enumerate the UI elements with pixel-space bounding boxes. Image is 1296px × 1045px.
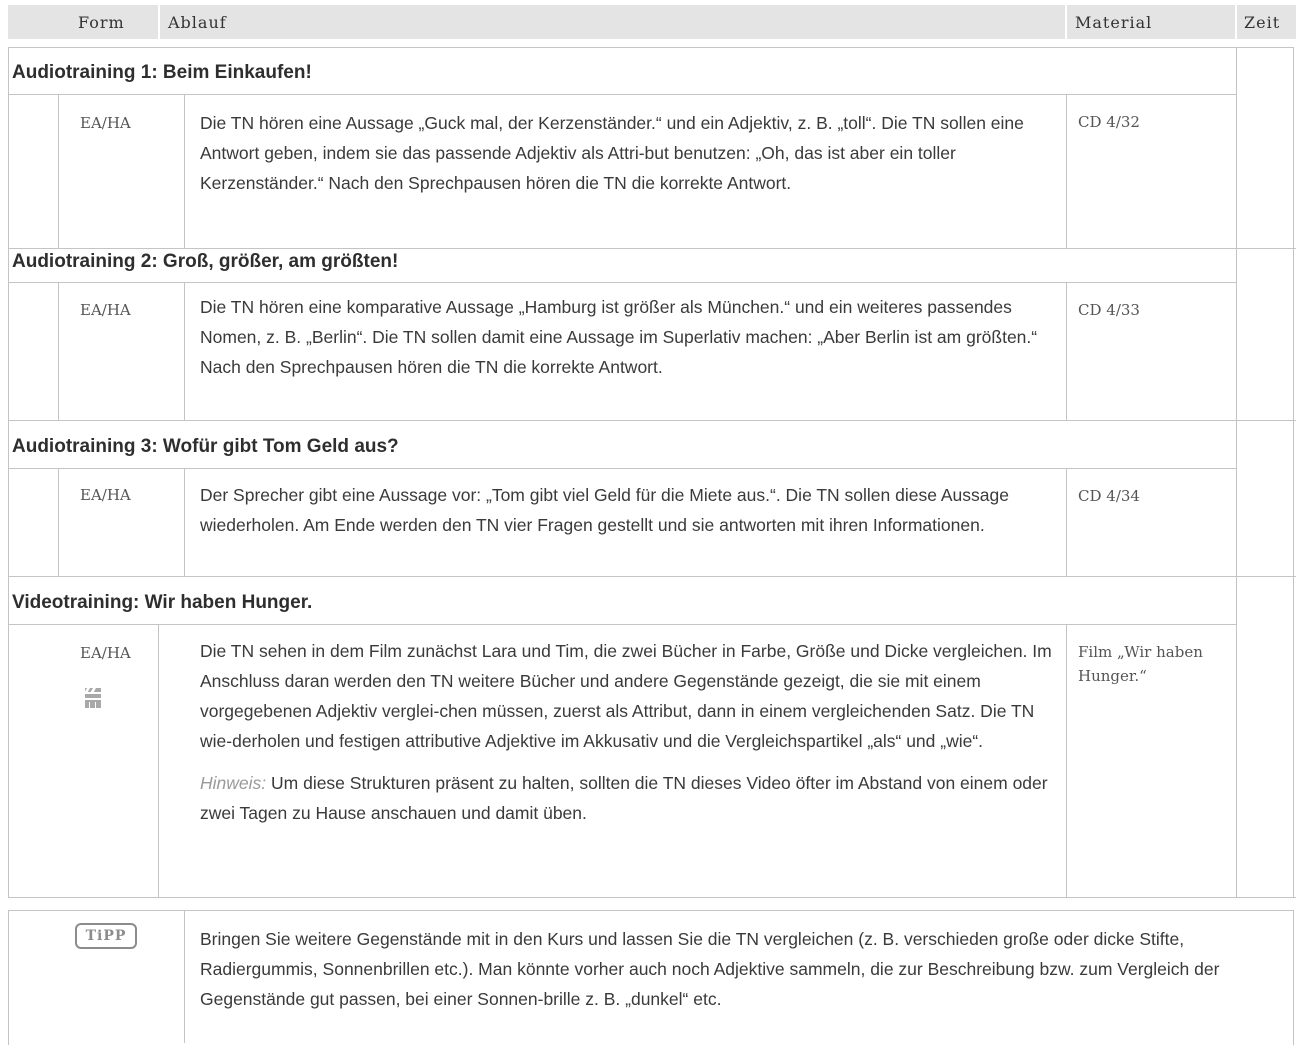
col-line [158,624,159,897]
hint-label: Hinweis: [200,773,267,793]
material-label: CD 4/32 [1078,113,1140,131]
table-header: Form Ablauf Material Zeit [8,5,1296,39]
row-divider [8,248,1296,249]
ablauf-text: Die TN hören eine komparative Aussage „H… [200,297,1038,377]
form-label: EA/HA [80,301,131,319]
col-line [58,282,59,420]
col-line [1066,624,1067,897]
material-label: Film „Wir haben Hunger.“ [1078,643,1203,685]
hint-text: Um diese Strukturen präsent zu halten, s… [200,773,1048,823]
header-material: Material [1075,13,1153,32]
row-divider [8,468,1236,469]
col-line [1066,94,1067,248]
col-line [58,468,59,576]
row-divider [8,420,1296,421]
col-line [184,282,185,420]
ablauf-text: Der Sprecher gibt eine Aussage vor: „Tom… [200,485,1009,535]
header-divider [1065,5,1067,39]
film-clapper-icon [85,688,101,708]
row-divider [8,624,1236,625]
tipp-badge: TiPP [75,923,137,949]
hint-paragraph: Hinweis: Um diese Strukturen präsent zu … [200,768,1062,828]
zeit-column-line [1236,47,1237,897]
form-label: EA/HA [80,114,131,132]
col-line [184,468,185,576]
tipp-text: Bringen Sie weitere Gegenstände mit in d… [200,929,1220,1009]
material-label: CD 4/33 [1078,301,1140,319]
section-title: Audiotraining 3: Wofür gibt Tom Geld aus… [12,436,399,457]
ablauf-text: Die TN hören eine Aussage „Guck mal, der… [200,113,1024,193]
col-line [1066,282,1067,420]
col-line [1066,468,1067,576]
col-line [184,94,185,248]
section-title: Audiotraining 2: Groß, größer, am größte… [12,251,399,272]
header-divider [158,5,160,39]
col-line [58,94,59,248]
row-divider [8,282,1236,283]
header-form: Form [78,13,125,32]
ablauf-text: Die TN sehen in dem Film zunächst Lara u… [200,636,1062,828]
ablauf-paragraph: Die TN sehen in dem Film zunächst Lara u… [200,641,1052,751]
header-divider [1235,5,1237,39]
material-label: CD 4/34 [1078,487,1140,505]
header-ablauf: Ablauf [168,13,227,32]
row-divider [8,576,1296,577]
col-line [184,910,185,1043]
header-zeit: Zeit [1244,13,1281,32]
section-title: Audiotraining 1: Beim Einkaufen! [12,62,312,83]
form-label: EA/HA [80,644,131,662]
table-bottom-rule [8,897,1296,898]
form-label: EA/HA [80,486,131,504]
row-divider [8,94,1236,95]
section-title: Videotraining: Wir haben Hunger. [12,592,313,613]
